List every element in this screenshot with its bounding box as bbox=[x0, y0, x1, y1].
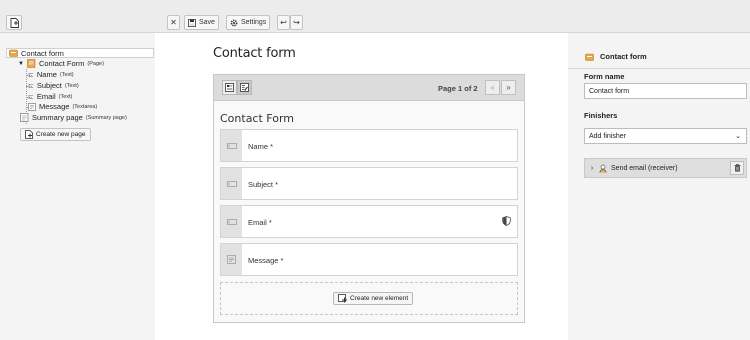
inspector-panel: Contact form Form name Contact form Fini… bbox=[568, 33, 750, 340]
form-heading: Contact Form bbox=[220, 112, 295, 125]
redo-icon: ↪ bbox=[293, 18, 300, 27]
text-field-icon bbox=[221, 206, 242, 237]
tree-element-type: (Text) bbox=[58, 93, 73, 100]
chevron-double-right-icon: » bbox=[506, 83, 511, 92]
new-document-icon bbox=[10, 17, 19, 28]
redo-button[interactable]: ↪ bbox=[290, 15, 303, 30]
form-icon bbox=[9, 49, 18, 57]
form-name-input[interactable]: Contact form bbox=[584, 83, 747, 99]
preview-view-button[interactable] bbox=[222, 80, 237, 95]
top-toolbar: ✕ Save Settings ↩ ↪ bbox=[0, 0, 750, 33]
save-icon bbox=[188, 18, 196, 27]
text-field-icon: ⊏ bbox=[28, 82, 34, 90]
new-form-button[interactable] bbox=[6, 15, 22, 30]
close-button[interactable]: ✕ bbox=[167, 15, 180, 30]
form-structure-tree: Contact form ▼ Contact Form (Page) ⊏ Nam… bbox=[0, 33, 155, 340]
form-element-label: Subject * bbox=[248, 180, 279, 189]
tree-root-form[interactable]: Contact form bbox=[6, 48, 154, 58]
gear-icon bbox=[230, 19, 238, 26]
trash-icon bbox=[734, 164, 740, 172]
page-icon bbox=[27, 59, 36, 68]
create-element-label: Create new element bbox=[350, 295, 409, 302]
chevron-down-icon: ⌄ bbox=[735, 133, 741, 140]
tree-page-label: Contact Form bbox=[38, 59, 85, 68]
shield-icon bbox=[502, 216, 511, 226]
summary-page-icon bbox=[20, 113, 29, 122]
add-finisher-value: Add finisher bbox=[589, 133, 626, 140]
preview-icon bbox=[225, 83, 234, 92]
save-button[interactable]: Save bbox=[184, 15, 219, 30]
tree-summary-page[interactable]: Summary page (Summary page) bbox=[20, 113, 127, 122]
close-icon: ✕ bbox=[170, 18, 177, 27]
tree-element-email[interactable]: ⊏ Email (Text) bbox=[28, 92, 72, 101]
tree-element-name[interactable]: ⊏ Name (Text) bbox=[28, 70, 74, 79]
create-page-label: Create new page bbox=[36, 131, 86, 138]
tree-page-node[interactable]: ▼ Contact Form (Page) bbox=[18, 59, 104, 68]
tree-element-label: Subject bbox=[36, 81, 62, 90]
tree-summary-type: (Summary page) bbox=[85, 114, 127, 121]
caret-down-icon[interactable]: ▼ bbox=[18, 61, 24, 67]
undo-icon: ↩ bbox=[280, 18, 287, 27]
tree-element-label: Email bbox=[36, 92, 56, 101]
form-element-message[interactable]: Message * bbox=[220, 243, 518, 276]
text-field-icon bbox=[221, 168, 242, 199]
form-element-name[interactable]: Name * bbox=[220, 129, 518, 162]
tree-element-type: (Text) bbox=[64, 82, 79, 89]
tree-element-subject[interactable]: ⊏ Subject (Text) bbox=[28, 81, 79, 90]
form-element-label: Name * bbox=[248, 142, 274, 151]
email-finisher-icon bbox=[599, 164, 607, 173]
tree-element-label: Message bbox=[39, 102, 70, 111]
tree-element-label: Name bbox=[36, 70, 57, 79]
chevron-double-left-icon: « bbox=[490, 83, 495, 92]
settings-button[interactable]: Settings bbox=[226, 15, 271, 30]
form-element-subject[interactable]: Subject * bbox=[220, 167, 518, 200]
add-page-icon bbox=[25, 130, 33, 139]
tree-page-type: (Page) bbox=[87, 60, 104, 67]
inspector-header: Contact form bbox=[568, 45, 750, 69]
create-new-page-button[interactable]: Create new page bbox=[20, 128, 91, 141]
tree-summary-label: Summary page bbox=[32, 113, 83, 122]
edit-view-icon bbox=[240, 83, 249, 92]
page-title: Contact form bbox=[213, 46, 296, 61]
text-field-icon: ⊏ bbox=[28, 93, 34, 101]
form-element-label: Message * bbox=[248, 256, 284, 265]
stage-toolbar: Page 1 of 2 « » bbox=[214, 75, 524, 101]
create-new-element-button[interactable]: Create new element bbox=[333, 292, 414, 305]
add-finisher-select[interactable]: Add finisher ⌄ bbox=[584, 128, 747, 144]
tree-element-message[interactable]: Message (Textarea) bbox=[28, 102, 97, 111]
inspector-title: Contact form bbox=[600, 52, 647, 61]
chevron-right-icon[interactable]: › bbox=[585, 165, 599, 172]
form-page-canvas: Page 1 of 2 « » Contact Form Name * Subj… bbox=[213, 74, 525, 323]
tree-root-label: Contact form bbox=[21, 48, 64, 58]
form-element-email[interactable]: Email * bbox=[220, 205, 518, 238]
delete-finisher-button[interactable] bbox=[730, 161, 744, 175]
undo-button[interactable]: ↩ bbox=[277, 15, 290, 30]
form-element-label: Email * bbox=[248, 218, 272, 227]
text-field-icon: ⊏ bbox=[28, 71, 34, 79]
abstract-view-button[interactable] bbox=[237, 80, 252, 95]
text-field-icon bbox=[221, 130, 242, 161]
pager-label: Page 1 of 2 bbox=[438, 84, 478, 93]
element-dropzone: Create new element bbox=[220, 282, 518, 315]
textarea-icon bbox=[221, 244, 242, 275]
save-label: Save bbox=[199, 19, 215, 26]
form-editor-stage: Contact form Page 1 of 2 « » Contact For… bbox=[155, 33, 568, 340]
finisher-item[interactable]: › Send email (receiver) bbox=[584, 158, 747, 178]
tree-element-type: (Textarea) bbox=[72, 103, 98, 110]
settings-label: Settings bbox=[241, 19, 267, 26]
form-icon bbox=[585, 53, 594, 61]
previous-page-button[interactable]: « bbox=[485, 80, 500, 95]
next-page-button[interactable]: » bbox=[501, 80, 516, 95]
textarea-icon bbox=[28, 102, 36, 111]
add-element-icon bbox=[338, 294, 347, 303]
finisher-label: Send email (receiver) bbox=[611, 164, 678, 172]
form-name-label: Form name bbox=[584, 72, 625, 81]
finishers-label: Finishers bbox=[584, 111, 618, 120]
tree-element-type: (Text) bbox=[59, 71, 74, 78]
